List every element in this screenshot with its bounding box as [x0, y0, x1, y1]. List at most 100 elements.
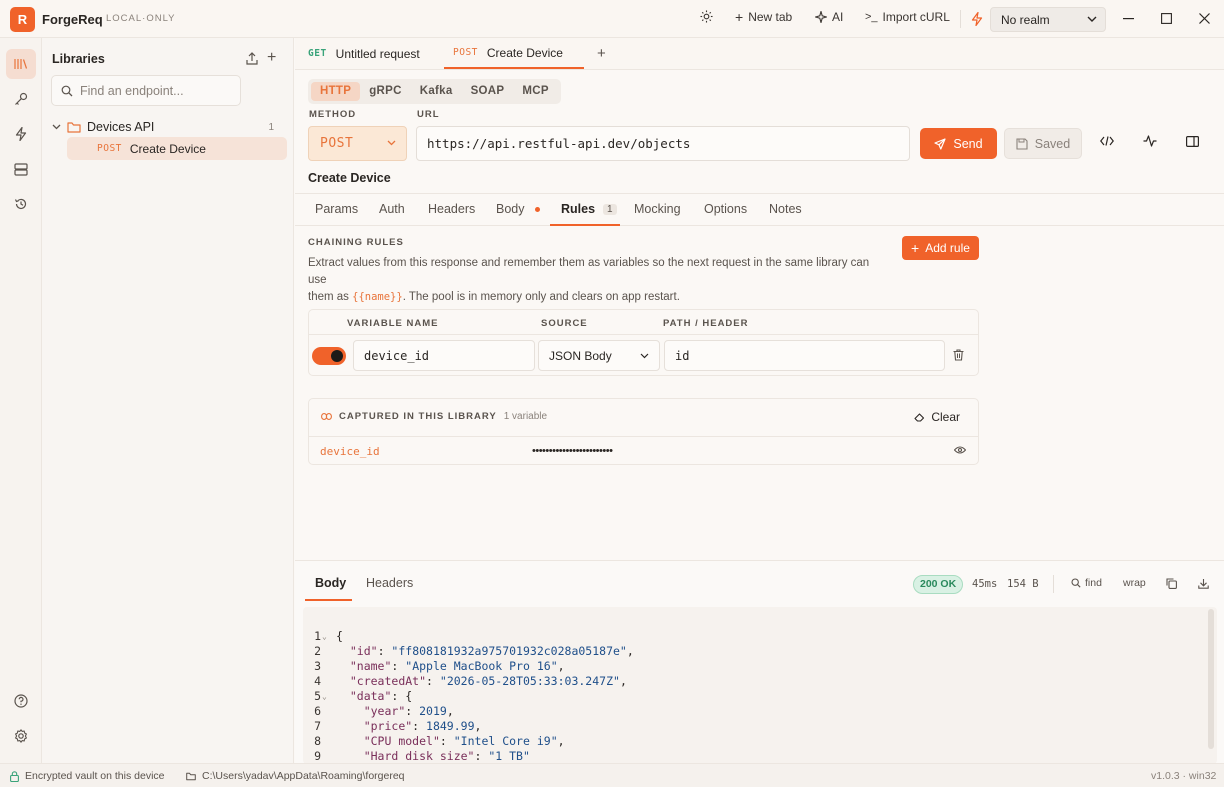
minimize-icon[interactable]: [1123, 18, 1134, 20]
rule-enabled-toggle[interactable]: [312, 347, 346, 365]
method-select[interactable]: POST: [308, 126, 407, 161]
history-rail-button[interactable]: [6, 189, 36, 219]
new-tab-button[interactable]: + New tab: [735, 10, 792, 24]
request-name: Create Device: [308, 171, 391, 185]
trash-icon[interactable]: [953, 349, 964, 361]
copy-icon[interactable]: [1166, 578, 1177, 589]
source-select[interactable]: JSON Body: [538, 340, 660, 371]
response-tab-body[interactable]: Body: [315, 576, 346, 590]
auth-rail-button[interactable]: [6, 84, 36, 114]
import-curl-button[interactable]: >_ Import cURL: [865, 10, 950, 24]
tab-notes[interactable]: Notes: [769, 202, 802, 216]
tab-options[interactable]: Options: [704, 202, 747, 216]
endpoint-create-device[interactable]: POST Create Device: [67, 137, 287, 160]
vault-status: Encrypted vault on this device: [10, 770, 165, 782]
environments-rail-button[interactable]: [6, 154, 36, 184]
server-icon: [14, 162, 28, 176]
rules-table: VARIABLE NAME SOURCE PATH / HEADER devic…: [308, 309, 979, 376]
send-label: Send: [953, 136, 983, 151]
add-rule-label: Add rule: [925, 241, 970, 255]
libraries-rail-button[interactable]: [6, 49, 36, 79]
captured-title: CAPTURED IN THIS LIBRARY 1 variable: [321, 411, 547, 422]
find-button[interactable]: find: [1071, 577, 1102, 589]
response-body-code[interactable]: 1 ⌄{ 2 "id": "ff808181932a975701932c028a0…: [303, 607, 1217, 764]
activity-icon[interactable]: [1143, 135, 1157, 147]
add-tab-button[interactable]: +: [597, 38, 606, 69]
code-line: 9 "Hard disk size": "1 TB": [303, 734, 530, 763]
close-icon[interactable]: [1199, 13, 1210, 24]
tab-rules-label: Rules: [561, 202, 596, 216]
protocol-grpc[interactable]: gRPC: [360, 82, 411, 101]
tab-create-device[interactable]: POST Create Device: [444, 38, 584, 69]
protocol-http[interactable]: HTTP: [311, 82, 361, 101]
clear-label: Clear: [931, 410, 960, 424]
realm-bolt-icon: [971, 12, 983, 26]
captured-variables-panel: CAPTURED IN THIS LIBRARY 1 variable Clea…: [308, 398, 979, 465]
maximize-icon[interactable]: [1161, 13, 1172, 24]
actions-rail-button[interactable]: [6, 119, 36, 149]
path-input[interactable]: id: [664, 340, 945, 371]
protocol-soap[interactable]: SOAP: [462, 82, 514, 101]
wrap-button[interactable]: wrap: [1123, 577, 1146, 589]
ai-label: AI: [832, 10, 844, 24]
ai-button[interactable]: AI: [815, 10, 843, 24]
chaining-rules-description: Extract values from this response and re…: [308, 255, 888, 306]
protocol-kafka[interactable]: Kafka: [411, 82, 462, 101]
tab-rules[interactable]: Rules 1: [561, 202, 617, 216]
code-line: 7 "price": 1849.99,: [303, 704, 481, 733]
theme-toggle-button[interactable]: [700, 10, 713, 23]
response-tab-headers[interactable]: Headers: [366, 576, 413, 590]
method-tag: POST: [453, 47, 478, 58]
export-icon[interactable]: [246, 52, 258, 65]
saved-button[interactable]: Saved: [1004, 128, 1082, 159]
response-time: 45ms: [972, 578, 998, 590]
folder-devices-api[interactable]: Devices API 1: [52, 118, 284, 136]
tab-params[interactable]: Params: [315, 202, 358, 216]
help-rail-button[interactable]: [6, 686, 36, 716]
realm-select[interactable]: No realm: [990, 7, 1106, 32]
column-source: SOURCE: [541, 318, 588, 329]
code-line: 3 "name": "Apple MacBook Pro 16",: [303, 644, 565, 673]
url-input[interactable]: https://api.restful-api.dev/objects: [416, 126, 910, 161]
panel-toggle-icon[interactable]: [1186, 136, 1199, 147]
add-rule-button[interactable]: + Add rule: [902, 236, 979, 260]
tab-headers[interactable]: Headers: [428, 202, 475, 216]
code-line: 8 "CPU model": "Intel Core i9",: [303, 719, 565, 748]
new-tab-label: New tab: [748, 10, 793, 24]
tab-body-label: Body: [496, 202, 525, 216]
chaining-rules-title: CHAINING RULES: [308, 237, 404, 248]
endpoint-search-input[interactable]: Find an endpoint...: [51, 75, 241, 106]
tab-mocking[interactable]: Mocking: [634, 202, 681, 216]
terminal-icon: >_: [865, 11, 878, 23]
json-created-at: 2026-05-28T05:33:03.247Z: [446, 674, 613, 688]
captured-title-text: CAPTURED IN THIS LIBRARY: [339, 411, 497, 422]
tab-auth[interactable]: Auth: [379, 202, 405, 216]
eye-icon[interactable]: [954, 446, 966, 454]
chevron-down-icon: [640, 353, 649, 359]
variable-name-input[interactable]: device_id: [353, 340, 535, 371]
app-name: ForgeReq: [42, 12, 103, 27]
sparkle-icon: [815, 11, 827, 23]
code-line: 2 "id": "ff808181932a975701932c028a05187…: [303, 629, 634, 658]
folder-icon: [186, 772, 196, 781]
settings-rail-button[interactable]: [6, 721, 36, 751]
tab-body[interactable]: Body: [496, 202, 540, 216]
rules-count-badge: 1: [603, 203, 617, 215]
code-icon[interactable]: [1100, 136, 1114, 146]
send-button[interactable]: Send: [920, 128, 997, 159]
desc-line-1: Extract values from this response and re…: [308, 257, 870, 286]
download-icon[interactable]: [1198, 578, 1209, 589]
chevron-down-icon: [1087, 16, 1097, 22]
desc-variable-syntax: {{name}}: [352, 291, 403, 303]
clear-button[interactable]: Clear: [914, 410, 960, 424]
link-icon: [321, 413, 332, 420]
scrollbar[interactable]: [1208, 609, 1214, 749]
add-library-icon[interactable]: +: [267, 50, 276, 66]
url-value: https://api.restful-api.dev/objects: [427, 136, 691, 151]
captured-variable-value: ••••••••••••••••••••••••: [532, 445, 613, 457]
method-tag: GET: [308, 48, 327, 59]
help-icon: [14, 694, 28, 708]
protocol-mcp[interactable]: MCP: [513, 82, 557, 101]
variable-name-value: device_id: [364, 348, 430, 363]
tab-untitled-request[interactable]: GET Untitled request: [308, 38, 420, 69]
